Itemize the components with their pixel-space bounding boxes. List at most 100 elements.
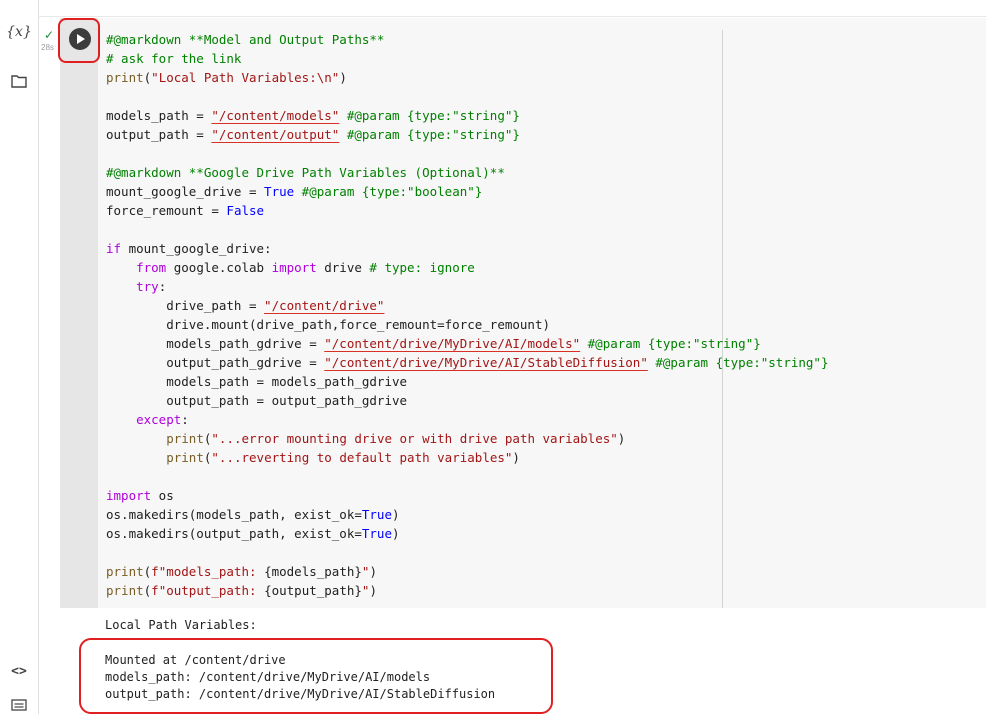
code-token: # ask for the link: [106, 51, 242, 66]
code-token: output_path = output_path_gdrive: [106, 393, 408, 408]
code-line: print(f"models_path: {models_path}"): [106, 562, 828, 581]
code-token: "Local Path Variables:\n": [151, 70, 340, 85]
code-token: import: [271, 260, 317, 275]
code-token: os.makedirs(models_path, exist_ok=: [106, 507, 362, 522]
code-token: try: [136, 279, 159, 294]
code-line: except:: [106, 410, 828, 429]
code-token: #@param {type:"string"}: [339, 108, 520, 123]
code-text[interactable]: #@markdown **Model and Output Paths** # a…: [106, 30, 828, 600]
code-token: f"output_path:: [151, 583, 265, 598]
code-token: drive.mount(drive_path,force_remount=for…: [106, 317, 551, 332]
code-token: "/content/drive": [264, 298, 385, 313]
toolbar-divider: [38, 16, 986, 17]
code-token: google.colab: [166, 260, 272, 275]
code-line: models_path = models_path_gdrive: [106, 372, 828, 391]
code-token: #@param {type:"boolean"}: [294, 184, 483, 199]
code-line: models_path_gdrive = "/content/drive/MyD…: [106, 334, 828, 353]
code-token: ): [512, 450, 520, 465]
code-token: print: [106, 70, 144, 85]
code-token: print: [106, 583, 144, 598]
code-token: "...reverting to default path variables": [211, 450, 513, 465]
code-line: print("...reverting to default path vari…: [106, 448, 828, 467]
code-token: drive: [316, 260, 370, 275]
code-line: models_path = "/content/models" #@param …: [106, 106, 828, 125]
code-line: os.makedirs(output_path, exist_ok=True): [106, 524, 828, 543]
code-line: drive.mount(drive_path,force_remount=for…: [106, 315, 828, 334]
code-line: import os: [106, 486, 828, 505]
code-token: models_path = models_path_gdrive: [106, 374, 408, 389]
code-token: mount_google_drive:: [121, 241, 272, 256]
code-line: print(f"output_path: {output_path}"): [106, 581, 828, 600]
code-token: "/content/output": [211, 127, 340, 142]
variables-icon[interactable]: {x}: [0, 24, 38, 40]
code-line: force_remount = False: [106, 201, 828, 220]
code-token: import: [106, 488, 152, 503]
code-line: if mount_google_drive:: [106, 239, 828, 258]
code-token: #@markdown **Model and Output Paths**: [106, 32, 385, 47]
code-token: os.makedirs(output_path, exist_ok=: [106, 526, 362, 541]
code-token: True: [361, 526, 392, 541]
code-line: print("Local Path Variables:\n"): [106, 68, 828, 87]
code-token: if: [106, 241, 122, 256]
code-token: True: [264, 184, 295, 199]
code-line: from google.colab import drive # type: i…: [106, 258, 828, 277]
code-token: mount_google_drive =: [106, 184, 265, 199]
code-token: {output_path}: [264, 583, 362, 598]
code-token: f"models_path:: [151, 564, 265, 579]
code-token: models_path_gdrive =: [106, 336, 325, 351]
code-line: output_path = "/content/output" #@param …: [106, 125, 828, 144]
code-line: output_path = output_path_gdrive: [106, 391, 828, 410]
code-snippets-icon[interactable]: <>: [0, 664, 38, 679]
code-line: print("...error mounting drive or with d…: [106, 429, 828, 448]
code-token: from: [136, 260, 167, 275]
code-token: # type: ignore: [369, 260, 475, 275]
code-token: ): [369, 564, 377, 579]
code-line: try:: [106, 277, 828, 296]
code-token: True: [361, 507, 392, 522]
execution-time: 28s: [41, 43, 54, 52]
code-token: "/content/models": [211, 108, 340, 123]
cell-status: ✓ 28s: [38, 26, 60, 56]
run-button-highlight: [58, 18, 100, 63]
code-token: False: [226, 203, 265, 218]
code-token: output_path_gdrive =: [106, 355, 325, 370]
output-highlight: [79, 638, 553, 714]
code-token: #@param {type:"string"}: [580, 336, 761, 351]
code-token: :: [181, 412, 189, 427]
output-local-path-line: Local Path Variables:: [105, 618, 257, 632]
code-token: print: [106, 564, 144, 579]
code-token: ): [617, 431, 626, 446]
code-token: #@param {type:"string"}: [647, 355, 829, 370]
folder-icon[interactable]: [0, 74, 38, 93]
code-token: ): [369, 583, 377, 598]
code-token: ): [391, 507, 400, 522]
code-line: output_path_gdrive = "/content/drive/MyD…: [106, 353, 828, 372]
code-token: ): [391, 526, 400, 541]
code-token: "...error mounting drive or with drive p…: [211, 431, 618, 446]
code-token: output_path =: [106, 127, 212, 142]
left-sidebar: {x} <>: [0, 0, 39, 714]
code-line: # ask for the link: [106, 49, 828, 68]
cell-gutter: [60, 18, 98, 608]
code-line: #@markdown **Model and Output Paths**: [106, 30, 828, 49]
code-token: print: [166, 450, 204, 465]
code-token: os: [151, 488, 174, 503]
code-token: :: [158, 279, 167, 294]
code-line: os.makedirs(models_path, exist_ok=True): [106, 505, 828, 524]
code-line: drive_path = "/content/drive": [106, 296, 828, 315]
code-token: ): [339, 70, 347, 85]
code-token: except: [136, 412, 182, 427]
terminal-icon[interactable]: [0, 698, 38, 716]
code-token: force_remount =: [106, 203, 227, 218]
code-line: #@markdown **Google Drive Path Variables…: [106, 163, 828, 182]
code-token: drive_path =: [106, 298, 265, 313]
